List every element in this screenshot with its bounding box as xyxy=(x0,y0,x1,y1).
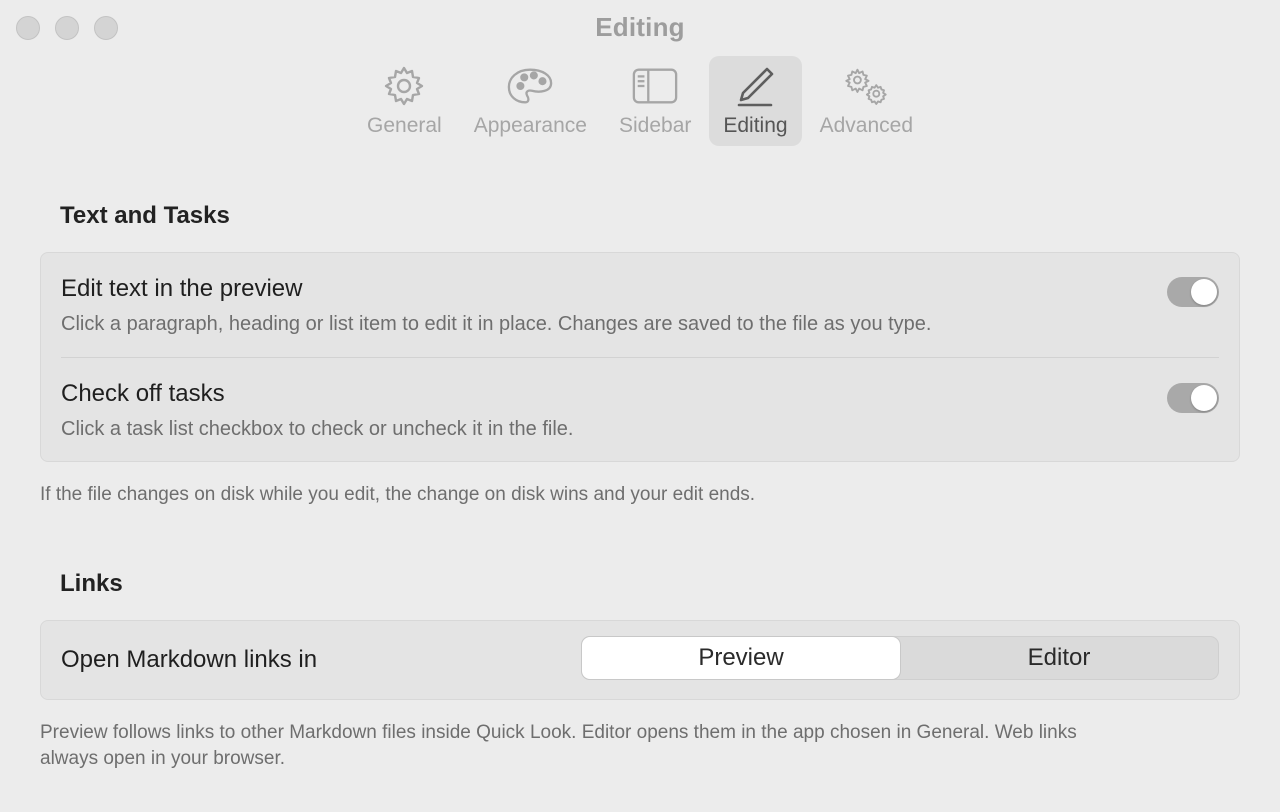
tab-editing-label: Editing xyxy=(723,114,788,137)
edit-preview-title: Edit text in the preview xyxy=(61,275,303,302)
tab-advanced-label: Advanced xyxy=(819,114,913,137)
text-tasks-card: Edit text in the preview Click a paragra… xyxy=(40,252,1240,462)
gears-icon xyxy=(842,62,890,110)
text-tasks-note: If the file changes on disk while you ed… xyxy=(40,484,756,505)
links-note-line-2: always open in your browser. xyxy=(40,748,286,769)
open-links-segmented-control: Preview Editor xyxy=(581,636,1219,680)
toggle-knob xyxy=(1191,385,1217,411)
preferences-toolbar: General Appearance Sidebar Editing Advan… xyxy=(0,56,1280,146)
segment-editor[interactable]: Editor xyxy=(900,637,1218,679)
open-links-row: Open Markdown links in Preview Editor xyxy=(41,621,1239,699)
tab-general-label: General xyxy=(367,114,442,137)
palette-icon xyxy=(506,62,554,110)
open-links-label: Open Markdown links in xyxy=(61,646,318,673)
tab-general[interactable]: General xyxy=(353,56,456,146)
check-tasks-desc: Click a task list checkbox to check or u… xyxy=(61,418,574,440)
tab-sidebar-label: Sidebar xyxy=(618,114,692,137)
check-tasks-row: Check off tasks Click a task list checkb… xyxy=(41,358,1239,462)
tab-appearance[interactable]: Appearance xyxy=(460,56,601,146)
preferences-window: Editing General Appearance Sidebar Editi… xyxy=(0,0,1280,812)
section-title-links: Links xyxy=(60,570,123,597)
tab-editing[interactable]: Editing xyxy=(709,56,802,146)
segment-preview[interactable]: Preview xyxy=(582,637,900,679)
sidebar-icon xyxy=(631,62,679,110)
window-title: Editing xyxy=(595,12,685,42)
toggle-knob xyxy=(1191,279,1217,305)
tab-appearance-label: Appearance xyxy=(473,114,587,137)
check-tasks-toggle[interactable] xyxy=(1167,383,1219,413)
gear-icon xyxy=(380,62,428,110)
section-title-text-tasks: Text and Tasks xyxy=(60,202,230,229)
edit-preview-row: Edit text in the preview Click a paragra… xyxy=(41,253,1239,357)
edit-preview-toggle[interactable] xyxy=(1167,277,1219,307)
edit-preview-desc: Click a paragraph, heading or list item … xyxy=(61,313,932,335)
tab-sidebar[interactable]: Sidebar xyxy=(605,56,705,146)
tab-advanced[interactable]: Advanced xyxy=(806,56,927,146)
links-note: Preview follows links to other Markdown … xyxy=(40,720,1077,772)
links-card: Open Markdown links in Preview Editor xyxy=(40,620,1240,700)
pencil-icon xyxy=(731,62,779,110)
check-tasks-title: Check off tasks xyxy=(61,380,225,407)
links-note-line-1: Preview follows links to other Markdown … xyxy=(40,722,1077,743)
